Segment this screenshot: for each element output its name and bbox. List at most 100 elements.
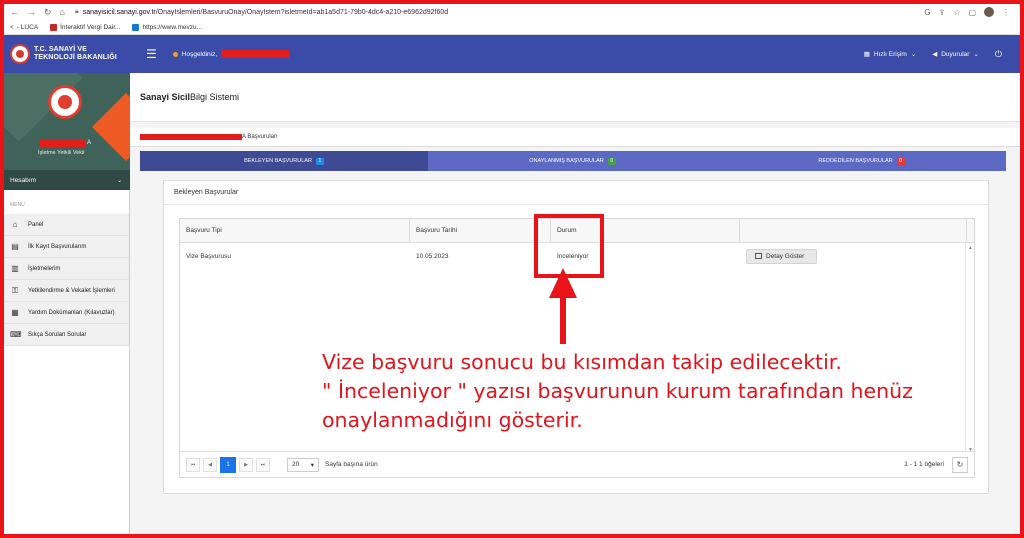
url-host: sanayisicil.sanayi.gov.tr [82, 8, 156, 16]
extensions-icon[interactable]: ▢ [968, 8, 976, 17]
power-icon: ⏻ [994, 48, 1002, 59]
sidebar-item-faq[interactable]: ⌨ Sıkça Sorulan Sorular [4, 324, 129, 346]
logo-line1: T.C. SANAYİ VE [34, 46, 87, 53]
luca-icon: < [10, 23, 14, 31]
lock-icon: 🔒︎ [74, 8, 79, 15]
column-header-actions [740, 219, 967, 242]
annotation-line3: onaylanmadığını gösterir. [322, 408, 583, 432]
sidebar-item-label: İlk Kayıt Başvurularım [28, 243, 87, 250]
current-page-button[interactable]: 1 [220, 456, 236, 473]
tab-label: REDDEDİLEN BAŞVURULAR [818, 158, 893, 164]
scroll-up-icon[interactable]: ▲ [968, 245, 973, 251]
annotation-text: Vize başvuru sonucu bu kısımdan takip ed… [322, 348, 942, 435]
tab-label: BEKLEYEN BAŞVURULAR [244, 158, 312, 164]
forward-icon[interactable]: → [27, 7, 36, 18]
card-title: Bekleyen Başvurular [164, 181, 988, 205]
sidebar-item-businesses[interactable]: ▥ İşletmelerim [4, 258, 129, 280]
sidebar: A İşletme Yetkili Vekil Hesabım ⌄ MENU ⌂… [4, 73, 130, 534]
more-icon[interactable]: ⋮ [1002, 8, 1010, 17]
sidebar-item-label: İşletmelerim [28, 265, 61, 272]
breadcrumb: A Başvuruları [130, 128, 1020, 147]
bookmark-label: İnteraktif Vergi Dair... [60, 23, 121, 31]
bookmarks-bar: < - LUCA İnteraktif Vergi Dair... https:/… [4, 20, 1020, 35]
bookmark-mevzuat[interactable]: https://www.mevzu... [132, 23, 203, 31]
logo-text: T.C. SANAYİ VE TEKNOLOJİ BAKANLIĞI [34, 46, 117, 62]
back-icon[interactable]: ← [10, 7, 19, 18]
status-dot-icon [172, 51, 178, 57]
page-size-label: Sayfa başına ürün [325, 461, 378, 468]
logout-button[interactable]: ⏻ [995, 49, 1002, 60]
tab-rejected[interactable]: REDDEDİLEN BAŞVURULAR 0 [717, 151, 1006, 171]
hamburger-menu-icon[interactable]: ☰ [146, 47, 157, 61]
header-actions: ▦ Hızlı Erişim ⌄ ◀︎ Duyurular ⌄ ⏻ [864, 49, 1020, 60]
page-title-rest: Bilgi Sistemi [190, 92, 240, 102]
pagination: ⏮ ◀ 1 ▶ ⏭ 20 ▾ Sayfa başına ürün 1 - 1 1 … [180, 451, 974, 477]
mevzuat-icon [132, 23, 140, 31]
bookmark-luca[interactable]: < - LUCA [10, 24, 38, 31]
sidebar-item-first-registration[interactable]: ▤ İlk Kayıt Başvurularım [4, 236, 129, 258]
share-icon[interactable]: ⇪ [939, 8, 946, 17]
bookmark-vergi[interactable]: İnteraktif Vergi Dair... [50, 23, 121, 31]
star-icon[interactable]: ☆ [953, 8, 960, 17]
browser-nav: ← → ↻ ⌂ [4, 7, 65, 18]
quick-access-button[interactable]: ▦ Hızlı Erişim ⌄ [864, 50, 917, 59]
detail-icon [755, 253, 762, 259]
detail-button[interactable]: Detay Göster [746, 248, 818, 264]
items-count: 1 - 1 1 öğeleri [904, 461, 944, 468]
page-title-bold: Sanayi Sicil [140, 92, 191, 102]
home-nav-icon[interactable]: ⌂ [60, 7, 65, 18]
browser-address-bar: ← → ↻ ⌂ 🔒︎ sanayisicil.sanayi.gov.tr/Ona… [4, 4, 1020, 20]
app-header: T.C. SANAYİ VE TEKNOLOJİ BAKANLIĞI ☰ Hoş… [4, 35, 1020, 73]
welcome-text: Hoşgeldiniz, [181, 50, 218, 58]
last-page-icon[interactable]: ⏭ [256, 457, 270, 472]
vergi-icon [50, 23, 58, 31]
tab-approved[interactable]: ONAYLANMIŞ BAŞVURULAR 0 [428, 151, 717, 171]
redacted-business-name [140, 134, 242, 140]
sidebar-item-panel[interactable]: ⌂ Panel [4, 214, 129, 236]
tab-count-badge: 0 [607, 157, 616, 165]
google-icon[interactable]: G [924, 8, 930, 17]
grid-scrollbar[interactable]: ▲ ▼ [965, 243, 974, 453]
cell-type: Vize Başvurusu [186, 252, 232, 260]
home-icon: ⌂ [12, 220, 18, 229]
profile-avatar[interactable] [984, 7, 994, 17]
user-profile-panel: A İşletme Yetkili Vekil [4, 73, 130, 170]
chevron-down-icon: ⌄ [116, 177, 122, 184]
quick-access-label: Hızlı Erişim [873, 50, 907, 58]
sidebar-item-label: Yardım Dokümanları (Kılavuzlar) [28, 309, 115, 316]
redacted-user-name [40, 139, 86, 147]
cell-action: Detay Göster [740, 243, 967, 269]
announcements-button[interactable]: ◀︎ Duyurular ⌄ [932, 50, 979, 59]
account-menu[interactable]: Hesabım ⌄ [4, 170, 130, 190]
refresh-icon[interactable]: ↻ [952, 456, 968, 473]
sidebar-item-help-docs[interactable]: ▦ Yardım Dokümanları (Kılavuzlar) [4, 302, 129, 324]
page-title: Sanayi Sicil Bilgi Sistemi [130, 73, 1020, 122]
bookmark-label: https://www.mevzu... [142, 23, 203, 31]
page-size-select[interactable]: 20 ▾ [287, 457, 319, 472]
ministry-logo[interactable]: T.C. SANAYİ VE TEKNOLOJİ BAKANLIĞI [4, 35, 130, 73]
screenshot-frame: ← → ↻ ⌂ 🔒︎ sanayisicil.sanayi.gov.tr/Ona… [0, 0, 1024, 538]
column-header-scroll [967, 219, 974, 242]
detail-button-label: Detay Göster [766, 252, 805, 260]
next-page-icon[interactable]: ▶ [239, 457, 253, 472]
url-field[interactable]: sanayisicil.sanayi.gov.tr/OnayIslemleri/… [83, 9, 448, 16]
browser-actions: G ⇪ ☆ ▢ ⋮ [924, 7, 1020, 17]
chevron-down-icon: ⌄ [910, 51, 917, 58]
page-size-value: 20 [292, 461, 300, 468]
tab-label: ONAYLANMIŞ BAŞVURULAR [529, 158, 604, 164]
user-role: İşletme Yetkili Vekil [38, 150, 85, 156]
column-header-type[interactable]: Başvuru Tipi [180, 219, 410, 242]
ministry-avatar-icon [48, 85, 82, 119]
first-page-icon[interactable]: ⏮ [186, 457, 200, 472]
reload-icon[interactable]: ↻ [44, 7, 52, 18]
user-name-suffix: A [87, 140, 92, 146]
bookmark-label: - LUCA [16, 23, 39, 31]
tab-pending[interactable]: BEKLEYEN BAŞVURULAR 1 [140, 151, 428, 171]
url-path: /OnayIslemleri/BasvuruOnay/OnayIstem?isl… [155, 8, 449, 16]
prev-page-icon[interactable]: ◀ [203, 457, 217, 472]
sidebar-item-authorization[interactable]: ⚿ Yetkilendirme & Vekalet İşlemleri [4, 280, 129, 302]
building-icon: ▥ [11, 264, 19, 273]
tab-count-badge: 0 [896, 157, 905, 165]
column-header-date[interactable]: Başvuru Tarihi [410, 219, 551, 242]
logo-line2: TEKNOLOJİ BAKANLIĞI [34, 54, 117, 61]
